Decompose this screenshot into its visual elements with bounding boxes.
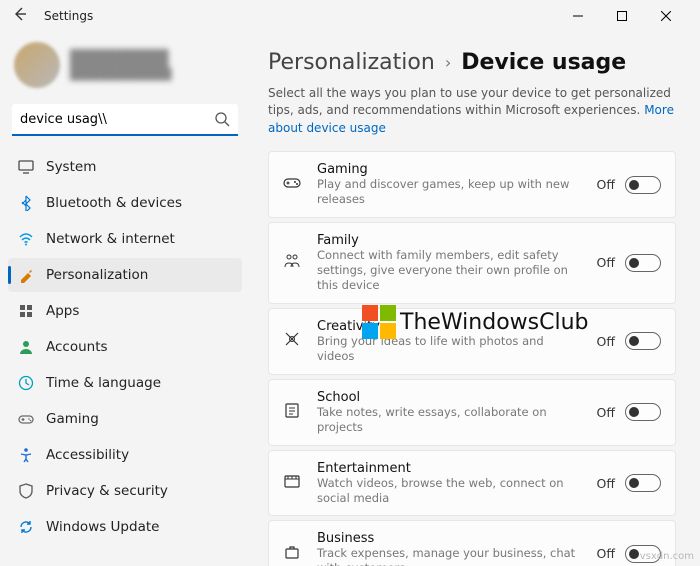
shield-icon [18, 483, 34, 499]
apps-icon [18, 303, 34, 319]
sidebar-item-system[interactable]: System [8, 150, 242, 184]
close-button[interactable] [644, 0, 688, 32]
page-title: Device usage [461, 50, 626, 75]
arrow-left-icon [12, 6, 28, 22]
update-icon [18, 519, 34, 535]
breadcrumb: Personalization › Device usage [268, 50, 676, 75]
avatar [14, 42, 60, 88]
sidebar-item-label: Bluetooth & devices [46, 195, 182, 211]
wifi-icon [18, 231, 34, 247]
toggle-state-label: Off [597, 546, 615, 561]
sidebar-item-accessibility[interactable]: Accessibility [8, 438, 242, 472]
toggle-state-label: Off [597, 405, 615, 420]
gaming-icon [18, 411, 34, 427]
toggle-family[interactable] [625, 254, 661, 272]
sidebar-item-windows-update[interactable]: Windows Update [8, 510, 242, 544]
toggle-entertainment[interactable] [625, 474, 661, 492]
paint-icon [18, 267, 34, 283]
bluetooth-icon [18, 195, 34, 211]
monitor-icon [18, 159, 34, 175]
card-description: Watch videos, browse the web, connect on… [317, 476, 583, 506]
chevron-right-icon: › [445, 53, 451, 72]
breadcrumb-parent[interactable]: Personalization [268, 50, 435, 75]
usage-card-gaming: GamingPlay and discover games, keep up w… [268, 151, 676, 218]
clock-icon [18, 375, 34, 391]
close-icon [661, 11, 671, 21]
sidebar-item-label: Accounts [46, 339, 108, 355]
creative-icon [283, 330, 303, 352]
sidebar-item-label: System [46, 159, 96, 175]
minimize-icon [573, 11, 583, 21]
card-description: Play and discover games, keep up with ne… [317, 177, 583, 207]
sidebar-item-network-internet[interactable]: Network & internet [8, 222, 242, 256]
maximize-icon [617, 11, 627, 21]
toggle-creativity[interactable] [625, 332, 661, 350]
sidebar-item-privacy-security[interactable]: Privacy & security [8, 474, 242, 508]
card-description: Bring your ideas to life with photos and… [317, 334, 583, 364]
search-icon [214, 111, 230, 131]
toggle-state-label: Off [597, 255, 615, 270]
sidebar-item-label: Network & internet [46, 231, 175, 247]
sidebar-item-label: Windows Update [46, 519, 159, 535]
profile-text: ████████████████████ [70, 49, 172, 81]
search-input[interactable] [12, 104, 238, 136]
gamepad-icon [283, 174, 303, 196]
card-title: Gaming [317, 162, 583, 177]
usage-card-school: SchoolTake notes, write essays, collabor… [268, 379, 676, 446]
sidebar-item-accounts[interactable]: Accounts [8, 330, 242, 364]
person-icon [18, 339, 34, 355]
intro-body: Select all the ways you plan to use your… [268, 86, 671, 117]
usage-card-entertainment: EntertainmentWatch videos, browse the we… [268, 450, 676, 517]
usage-card-family: FamilyConnect with family members, edit … [268, 222, 676, 304]
sidebar-item-personalization[interactable]: Personalization [8, 258, 242, 292]
access-icon [18, 447, 34, 463]
card-title: Entertainment [317, 461, 583, 476]
card-description: Take notes, write essays, collaborate on… [317, 405, 583, 435]
sidebar-item-label: Personalization [46, 267, 148, 283]
back-button[interactable] [12, 6, 30, 26]
card-description: Connect with family members, edit safety… [317, 248, 583, 293]
card-title: Family [317, 233, 583, 248]
intro-text: Select all the ways you plan to use your… [268, 85, 676, 137]
toggle-state-label: Off [597, 177, 615, 192]
school-icon [283, 401, 303, 423]
toggle-state-label: Off [597, 334, 615, 349]
toggle-state-label: Off [597, 476, 615, 491]
usage-cards: GamingPlay and discover games, keep up w… [268, 151, 676, 566]
sidebar: ████████████████████ System Bluetooth & d… [0, 32, 250, 566]
search-box[interactable] [12, 104, 238, 136]
sidebar-item-label: Apps [46, 303, 79, 319]
nav-list: System Bluetooth & devices Network & inter… [8, 150, 242, 544]
toggle-gaming[interactable] [625, 176, 661, 194]
card-description: Track expenses, manage your business, ch… [317, 546, 583, 566]
card-title: Business [317, 531, 583, 546]
profile-block[interactable]: ████████████████████ [8, 38, 242, 98]
sidebar-item-apps[interactable]: Apps [8, 294, 242, 328]
toggle-school[interactable] [625, 403, 661, 421]
sidebar-item-label: Time & language [46, 375, 161, 391]
entertain-icon [283, 472, 303, 494]
sidebar-item-label: Gaming [46, 411, 99, 427]
window-title: Settings [44, 9, 93, 23]
source-label: vsxdn.com [640, 551, 694, 562]
usage-card-business: BusinessTrack expenses, manage your busi… [268, 520, 676, 566]
sidebar-item-bluetooth-devices[interactable]: Bluetooth & devices [8, 186, 242, 220]
title-bar: Settings [0, 0, 700, 32]
sidebar-item-time-language[interactable]: Time & language [8, 366, 242, 400]
usage-card-creativity: CreativityBring your ideas to life with … [268, 308, 676, 375]
business-icon [283, 543, 303, 565]
sidebar-item-label: Accessibility [46, 447, 129, 463]
main-content: Personalization › Device usage Select al… [250, 32, 700, 566]
maximize-button[interactable] [600, 0, 644, 32]
sidebar-item-label: Privacy & security [46, 483, 168, 499]
card-title: Creativity [317, 319, 583, 334]
sidebar-item-gaming[interactable]: Gaming [8, 402, 242, 436]
card-title: School [317, 390, 583, 405]
minimize-button[interactable] [556, 0, 600, 32]
family-icon [283, 252, 303, 274]
